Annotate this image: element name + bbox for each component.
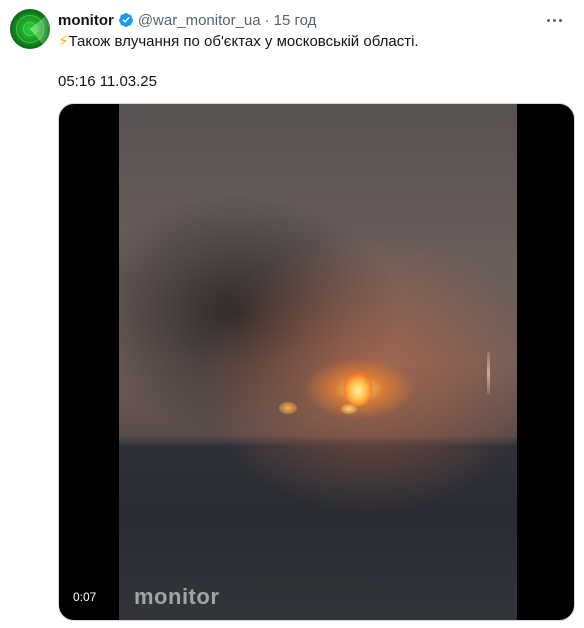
lit-structure xyxy=(487,352,490,394)
radar-sweep xyxy=(30,16,50,45)
video-player[interactable]: 0:07 monitor xyxy=(58,103,575,621)
video-frame[interactable] xyxy=(119,104,517,620)
verified-badge-icon xyxy=(118,13,133,27)
tweet-body: Також влучання по об'єктах у московській… xyxy=(68,33,419,50)
handle[interactable]: @war_monitor_ua xyxy=(138,12,261,29)
fire-glow-left xyxy=(279,402,297,414)
tweet: monitor @war_monitor_ua · 15 год ⚡Також … xyxy=(0,0,584,628)
tweet-text: ⚡Також влучання по об'єктах у московські… xyxy=(58,32,564,52)
fire-glow xyxy=(343,372,373,406)
avatar[interactable] xyxy=(10,9,50,49)
lightning-icon: ⚡ xyxy=(58,33,69,50)
separator-dot: · xyxy=(264,11,270,29)
tweet-header: monitor @war_monitor_ua · 15 год xyxy=(58,10,564,30)
video-watermark: monitor xyxy=(134,584,220,609)
post-timestamp: 05:16 11.03.25 xyxy=(58,73,157,90)
display-name[interactable]: monitor xyxy=(58,12,114,29)
video-duration: 0:07 xyxy=(73,590,97,604)
fire-glow-small xyxy=(341,404,357,414)
more-options-icon[interactable] xyxy=(544,10,564,30)
time-ago[interactable]: 15 год xyxy=(274,12,317,29)
